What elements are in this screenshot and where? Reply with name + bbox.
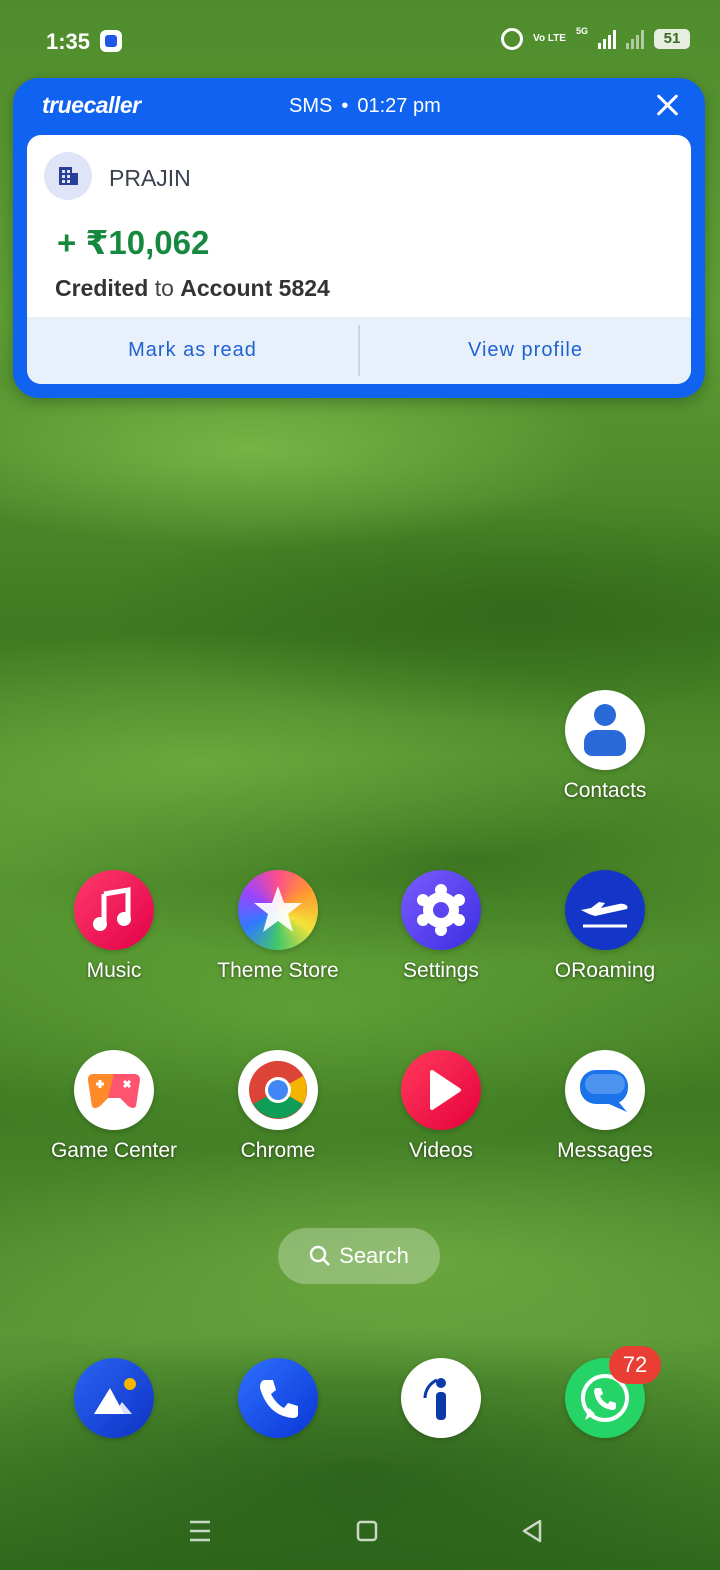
app-label: Messages <box>557 1139 653 1162</box>
close-icon[interactable] <box>655 93 679 117</box>
notification-time: 01:27 pm <box>357 95 441 117</box>
notification-card[interactable]: PRAJIN + ₹10,062 Credited to Account 582… <box>27 135 691 384</box>
gallery-icon <box>74 1358 154 1438</box>
truecaller-sms-notification[interactable]: truecaller SMS • 01:27 pm PRAJIN + ₹10,0… <box>13 78 705 398</box>
app-label: Contacts <box>563 779 647 802</box>
app-label: ORoaming <box>554 959 656 982</box>
app-videos[interactable]: Videos <box>361 1050 521 1163</box>
app-label: Theme Store <box>217 959 339 982</box>
app-messages[interactable]: Messages <box>525 1050 685 1163</box>
unread-badge: 72 <box>609 1346 661 1384</box>
network-type-label: 5G <box>575 26 588 36</box>
alarm-icon <box>501 28 524 50</box>
game-controller-icon <box>74 1050 154 1130</box>
chrome-icon <box>238 1050 318 1130</box>
airplane-icon <box>565 870 645 950</box>
gear-icon <box>401 870 481 950</box>
play-icon <box>401 1050 481 1130</box>
credit-to-word: to <box>154 275 174 301</box>
phone-icon <box>238 1358 318 1438</box>
view-profile-button[interactable]: View profile <box>360 317 691 384</box>
app-label: Music <box>86 959 142 982</box>
dock-whatsapp[interactable]: 72 <box>525 1346 685 1438</box>
dock-info-app[interactable] <box>361 1358 521 1438</box>
dock-phone[interactable] <box>198 1358 358 1438</box>
notification-actions: Mark as read View profile <box>27 317 691 384</box>
sender-name: PRAJIN <box>109 165 191 191</box>
battery-indicator: 51 <box>654 29 690 49</box>
app-label: Settings <box>403 959 479 982</box>
notification-meta: SMS • 01:27 pm <box>289 95 441 118</box>
truecaller-notification-icon <box>100 30 122 52</box>
mark-as-read-button[interactable]: Mark as read <box>27 317 358 384</box>
credited-amount: + ₹10,062 <box>57 224 210 261</box>
message-bubble-icon <box>565 1050 645 1130</box>
theme-store-icon <box>238 870 318 950</box>
credited-word: Credited <box>55 275 149 301</box>
search-label: Search <box>339 1243 409 1268</box>
contacts-icon <box>565 690 645 770</box>
home-button[interactable] <box>355 1518 379 1544</box>
status-time: 1:35 <box>46 29 91 54</box>
back-button[interactable] <box>520 1518 544 1544</box>
app-contacts[interactable]: Contacts <box>525 690 685 803</box>
credit-description: Credited to Account 5824 <box>55 275 330 302</box>
navigation-bar <box>0 1500 720 1570</box>
app-theme-store[interactable]: Theme Store <box>198 870 358 983</box>
app-label: Chrome <box>240 1139 316 1162</box>
account-number: Account 5824 <box>180 275 330 301</box>
signal-strength-icon <box>598 29 616 49</box>
dock-gallery[interactable] <box>34 1358 194 1438</box>
notification-source: SMS <box>289 95 333 117</box>
music-icon <box>74 870 154 950</box>
app-label: Videos <box>409 1139 473 1162</box>
search-button[interactable]: Search <box>278 1228 440 1284</box>
status-bar: 1:35 Vo LTE 5G 51 <box>0 0 720 80</box>
building-icon <box>44 152 92 200</box>
app-label: Game Center <box>50 1139 178 1162</box>
app-music[interactable]: Music <box>34 870 194 983</box>
app-chrome[interactable]: Chrome <box>198 1050 358 1163</box>
meta-separator: • <box>341 95 349 117</box>
signal-strength-sim2-icon <box>626 29 644 49</box>
volte-label: Vo LTE <box>533 33 566 44</box>
whatsapp-icon: 72 <box>565 1346 661 1438</box>
search-icon <box>309 1245 331 1266</box>
truecaller-logo: truecaller <box>42 92 141 118</box>
recent-apps-button[interactable] <box>188 1518 212 1544</box>
app-game-center[interactable]: Game Center <box>34 1050 194 1163</box>
status-icons: Vo LTE 5G 51 <box>501 26 690 50</box>
info-icon <box>401 1358 481 1438</box>
app-settings[interactable]: Settings <box>361 870 521 983</box>
app-oroaming[interactable]: ORoaming <box>525 870 685 983</box>
